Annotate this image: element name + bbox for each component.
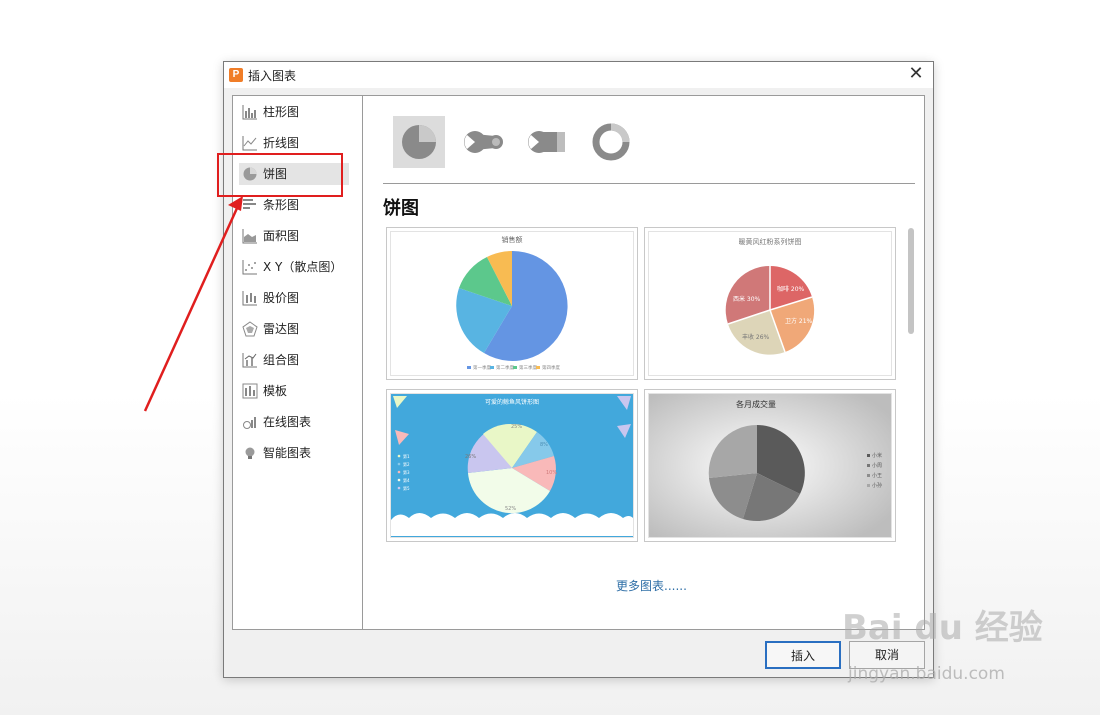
sidebar-item-label: 折线图 bbox=[263, 136, 300, 150]
horizontal-bar-chart-icon bbox=[243, 199, 256, 209]
legend-label: 第4 bbox=[403, 477, 410, 483]
sidebar-item-label: 条形图 bbox=[263, 198, 300, 212]
slice-label: 丰收 26% bbox=[742, 333, 770, 341]
sidebar-item-combo[interactable]: 组合图 bbox=[239, 349, 349, 371]
insert-button[interactable]: 插入 bbox=[765, 641, 841, 669]
legend-label: 第一季度 bbox=[473, 364, 491, 371]
sidebar-item-label: 雷达图 bbox=[263, 322, 300, 336]
legend-label: 小周 bbox=[872, 462, 882, 469]
close-button[interactable]: ✕ bbox=[899, 62, 933, 88]
sidebar-item-radar[interactable]: 雷达图 bbox=[239, 318, 349, 340]
sidebar-item-label: 面积图 bbox=[263, 229, 300, 243]
template-icon bbox=[242, 383, 258, 399]
radar-chart-icon bbox=[242, 321, 258, 337]
thumbnail-monthly-pie[interactable]: 各月成交量 小米 小周 小王 小孙 bbox=[644, 389, 896, 542]
legend-label: 第1 bbox=[403, 453, 410, 459]
subtype-pie-of-pie[interactable] bbox=[457, 116, 509, 168]
dialog-titlebar: P 插入图表 ✕ bbox=[224, 62, 933, 88]
pie-of-pie-icon bbox=[464, 131, 503, 153]
section-title: 饼图 bbox=[383, 198, 419, 219]
thumbnail-title: 可爱的鲸鱼风饼形图 bbox=[485, 398, 539, 406]
sidebar-item-horizontal-bar[interactable]: 条形图 bbox=[239, 194, 349, 216]
slice-label: 8% bbox=[540, 442, 548, 448]
pie-icon bbox=[402, 125, 436, 159]
sidebar-item-label: 组合图 bbox=[263, 353, 300, 367]
sidebar-item-online[interactable]: 在线图表 bbox=[239, 411, 349, 433]
slice-label: 卫方 21% bbox=[785, 317, 813, 325]
bar-of-pie-icon bbox=[528, 131, 565, 153]
legend-label: 第四季度 bbox=[542, 364, 560, 371]
dialog-title: 插入图表 bbox=[248, 69, 297, 83]
slice-label: 25% bbox=[511, 424, 522, 430]
sidebar-item-label: 在线图表 bbox=[263, 415, 312, 429]
sidebar-item-scatter[interactable]: X Y（散点图） bbox=[239, 256, 349, 278]
combo-chart-icon bbox=[242, 353, 257, 368]
legend-label: 第二季度 bbox=[496, 364, 514, 371]
sidebar-item-stock[interactable]: 股价图 bbox=[239, 287, 349, 309]
thumbnail-sales-pie[interactable]: 销售额 第一季度 第二季度 第三季度 第四季度 bbox=[386, 227, 638, 380]
chart-gallery: 饼图 销售额 第一季度 第二季度 第三季度 第四季度 暖黄风红粉系列饼图 咖啡 … bbox=[364, 96, 924, 629]
doughnut-icon bbox=[592, 123, 630, 161]
gallery-scrollbar[interactable] bbox=[908, 228, 914, 334]
sidebar-item-label: 模板 bbox=[263, 384, 288, 398]
sidebar-item-label: X Y（散点图） bbox=[263, 260, 343, 274]
subtype-doughnut[interactable] bbox=[585, 116, 637, 168]
slice-label: 西米 30% bbox=[733, 295, 761, 303]
thumbnail-preview: 销售额 第一季度 第二季度 第三季度 第四季度 bbox=[456, 235, 568, 371]
sidebar-item-smart[interactable]: 智能图表 bbox=[239, 442, 349, 464]
thumbnail-preview: 暖黄风红粉系列饼图 咖啡 20% 卫方 21% 丰收 26% 西米 30% bbox=[725, 237, 815, 355]
sidebar-item-template[interactable]: 模板 bbox=[239, 380, 349, 402]
lightbulb-icon bbox=[245, 447, 255, 459]
subtype-bar-of-pie[interactable] bbox=[521, 116, 573, 168]
wps-presentation-icon: P bbox=[229, 68, 243, 82]
thumbnail-grid: 销售额 第一季度 第二季度 第三季度 第四季度 暖黄风红粉系列饼图 咖啡 20%… bbox=[386, 227, 896, 547]
highlight-box bbox=[217, 153, 343, 197]
thumbnail-whale-pie[interactable]: 可爱的鲸鱼风饼形图 25% 8% 10% 52% 26% 第1 第2 第3 第4… bbox=[386, 389, 638, 542]
legend-label: 第2 bbox=[403, 461, 410, 467]
thumbnail-title: 销售额 bbox=[502, 235, 523, 244]
thumbnail-title: 暖黄风红粉系列饼图 bbox=[739, 237, 802, 246]
more-charts-link[interactable]: 更多图表...... bbox=[616, 577, 687, 594]
thumbnail-title: 各月成交量 bbox=[736, 399, 776, 409]
slice-label: 26% bbox=[465, 454, 476, 460]
thumbnail-warm-pie[interactable]: 暖黄风红粉系列饼图 咖啡 20% 卫方 21% 丰收 26% 西米 30% bbox=[644, 227, 896, 380]
online-chart-icon bbox=[243, 417, 256, 429]
slice-label: 咖啡 20% bbox=[777, 285, 805, 293]
sidebar-item-label: 柱形图 bbox=[263, 105, 300, 119]
sidebar-item-area[interactable]: 面积图 bbox=[239, 225, 349, 247]
legend-label: 第三季度 bbox=[519, 364, 537, 371]
sidebar-item-label: 智能图表 bbox=[263, 446, 312, 460]
watermark-url: jingyan.baidu.com bbox=[848, 664, 1005, 684]
thumbnail-preview: 可爱的鲸鱼风饼形图 25% 8% 10% 52% 26% 第1 第2 第3 第4… bbox=[391, 394, 633, 536]
bar-chart-icon bbox=[242, 105, 257, 120]
thumbnail-preview: 各月成交量 小米 小周 小王 小孙 bbox=[649, 394, 891, 537]
divider bbox=[383, 183, 915, 184]
legend-label: 小王 bbox=[872, 472, 882, 479]
area-chart-icon bbox=[242, 229, 257, 244]
slice-label: 10% bbox=[546, 470, 557, 476]
legend-label: 第5 bbox=[403, 485, 410, 491]
sidebar-item-label: 股价图 bbox=[263, 291, 300, 305]
sidebar-item-line[interactable]: 折线图 bbox=[239, 132, 349, 154]
scatter-chart-icon bbox=[242, 260, 257, 275]
baidu-watermark: Bai du 经验 jingyan.baidu.com bbox=[842, 592, 1052, 692]
slice-label: 52% bbox=[505, 506, 516, 512]
legend-label: 第3 bbox=[403, 469, 410, 475]
legend-label: 小孙 bbox=[872, 482, 882, 489]
legend-label: 小米 bbox=[872, 452, 882, 459]
stock-chart-icon bbox=[242, 291, 257, 306]
subtype-pie[interactable] bbox=[393, 116, 445, 168]
watermark-brand: Bai du 经验 bbox=[842, 608, 1043, 648]
line-chart-icon bbox=[242, 136, 257, 151]
sidebar-item-bar[interactable]: 柱形图 bbox=[239, 101, 349, 123]
